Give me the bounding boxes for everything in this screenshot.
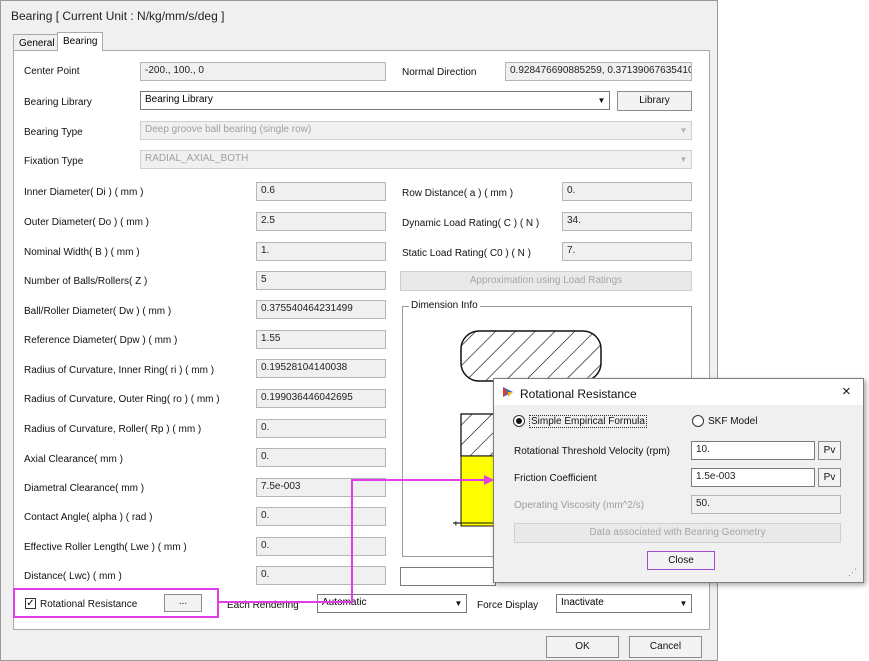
friction-coefficient-label: Friction Coefficient [514,473,597,484]
simple-empirical-label: Simple Empirical Formula [529,415,647,428]
friction-pv-button[interactable]: Pv [818,468,841,487]
operating-viscosity-field[interactable]: 50. [691,495,841,514]
threshold-velocity-label: Rotational Threshold Velocity (rpm) [514,446,670,457]
threshold-velocity-field[interactable]: 10. [691,441,815,460]
threshold-pv-button[interactable]: Pv [818,441,841,460]
geometry-data-button[interactable]: Data associated with Bearing Geometry [514,523,841,543]
tab-bearing[interactable]: Bearing [57,32,104,51]
resize-grip-icon[interactable]: ⋰ [848,567,857,578]
rotational-resistance-dialog: Rotational Resistance × Simple Empirical… [493,378,864,583]
friction-coefficient-field[interactable]: 1.5e-003 [691,468,815,487]
radio-skf-model[interactable] [692,415,704,427]
app-logo-icon [503,387,513,397]
operating-viscosity-label: Operating Viscosity (mm^2/s) [514,500,645,511]
radio-simple-empirical[interactable] [513,415,525,427]
radio-selected-dot [516,418,522,424]
skf-model-label: SKF Model [708,416,758,427]
popup-title: Rotational Resistance [520,387,637,401]
close-icon[interactable]: × [842,383,851,400]
popup-close-button[interactable]: Close [647,551,715,570]
